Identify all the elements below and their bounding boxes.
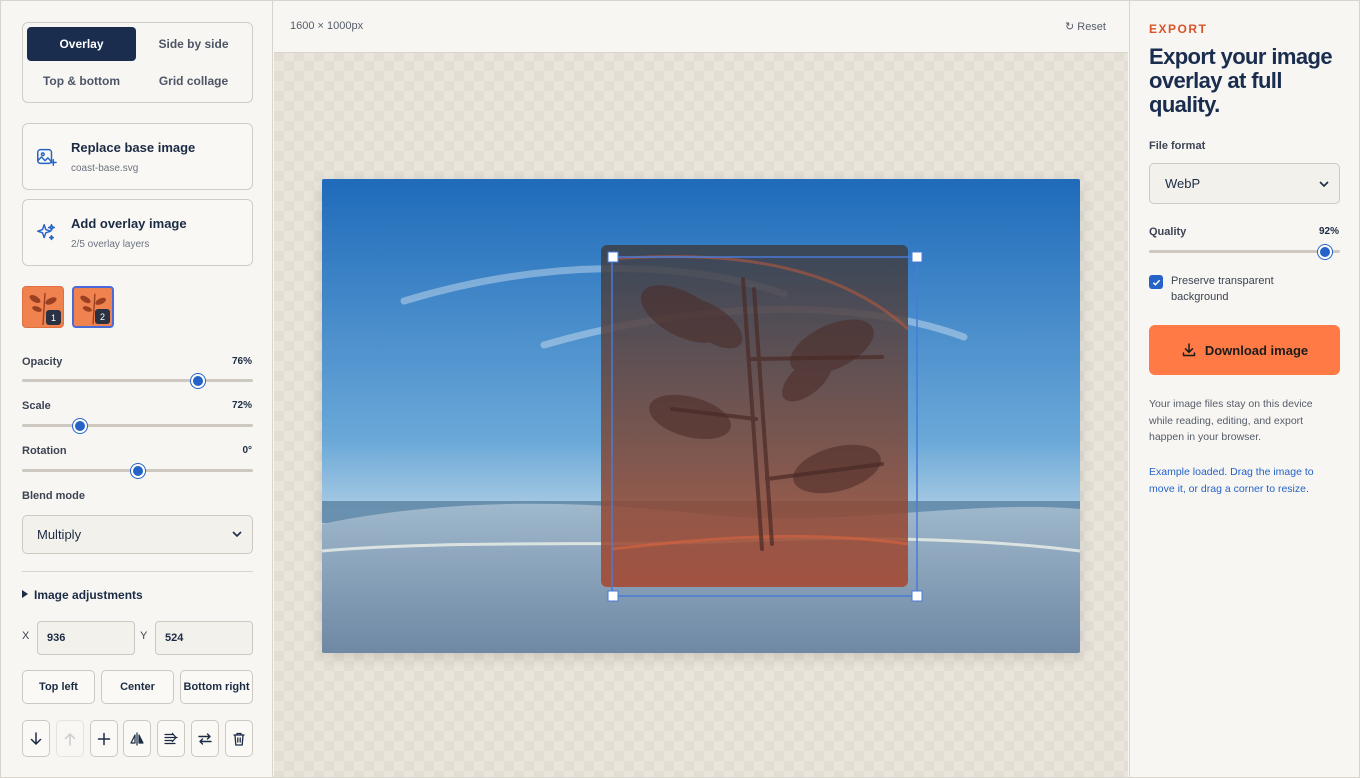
blend-mode-value: Multiply (37, 527, 82, 542)
layer-number-badge: 2 (95, 309, 110, 324)
preserve-transparency-label: Preserve transparent background (1171, 275, 1274, 303)
move-layer-down-button[interactable] (22, 720, 50, 757)
layout-mode-switch: Overlay Side by side Top & bottom Grid c… (22, 22, 253, 103)
image-adjustments-label: Image adjustments (34, 588, 143, 602)
chevron-down-icon (232, 531, 242, 538)
trash-icon (233, 732, 245, 746)
app-window: Overlay Side by side Top & bottom Grid c… (0, 0, 1360, 778)
add-overlay-title: Add overlay image (71, 216, 187, 231)
scale-value: 72% (231, 400, 252, 411)
y-label: Y (140, 630, 148, 642)
x-input[interactable]: 936 (37, 621, 135, 655)
export-heading: Export your image overlay at full qualit… (1149, 44, 1333, 117)
move-layer-up-button[interactable] (56, 720, 84, 757)
blend-mode-select[interactable]: Multiply (22, 515, 253, 554)
reset-button[interactable]: ↻ Reset (1065, 20, 1106, 33)
section-divider (22, 571, 253, 572)
canvas-workspace: 1600 × 1000px ↻ Reset (274, 1, 1128, 777)
swap-icon (198, 732, 212, 745)
rotation-value: 0° (242, 445, 252, 456)
file-format-label: File format (1149, 140, 1206, 152)
quality-value: 92% (1318, 226, 1339, 237)
image-plus-icon (37, 148, 57, 166)
replace-base-image-button[interactable]: Replace base image coast-base.svg (22, 123, 253, 190)
layer-thumbnail-1[interactable]: 1 (22, 286, 64, 328)
resize-handle-bottom-right[interactable] (911, 590, 923, 602)
composition-canvas[interactable] (322, 179, 1080, 653)
quality-label: Quality (1149, 226, 1187, 238)
opacity-value: 76% (231, 356, 252, 367)
bottom-right-button[interactable]: Bottom right (180, 670, 253, 704)
canvas-topbar: 1600 × 1000px ↻ Reset (274, 1, 1128, 53)
blend-mode-label: Blend mode (22, 490, 85, 502)
scale-slider[interactable] (22, 418, 253, 433)
opacity-label: Opacity (22, 356, 63, 368)
center-button[interactable]: Center (101, 670, 174, 704)
download-image-label: Download image (1204, 342, 1309, 358)
arrow-down-icon (30, 731, 42, 745)
checkmark-icon (1152, 279, 1160, 286)
resize-handle-top-left[interactable] (607, 251, 619, 263)
delete-layer-button[interactable] (225, 720, 253, 757)
add-layer-button[interactable] (90, 720, 118, 757)
reset-icon: ↻ (1064, 21, 1075, 33)
disclosure-triangle-icon (22, 590, 28, 598)
rotation-slider[interactable] (22, 463, 253, 478)
rotation-label: Rotation (22, 445, 67, 457)
layer-thumbnail-2[interactable]: 2 (72, 286, 114, 328)
sparkles-icon (37, 224, 55, 241)
flip-vertical-button[interactable] (157, 720, 185, 757)
flip-vertical-icon (164, 732, 178, 744)
rotation-slider-thumb[interactable] (130, 463, 145, 478)
quality-slider-thumb[interactable] (1317, 244, 1332, 259)
download-icon (1182, 343, 1196, 357)
x-label: X (22, 630, 30, 642)
download-image-button[interactable]: Download image (1149, 325, 1340, 375)
overlay-layer-count: 2/5 overlay layers (71, 239, 150, 250)
export-panel: EXPORT Export your image overlay at full… (1129, 1, 1359, 777)
example-hint: Example loaded. Drag the image to move i… (1149, 466, 1314, 495)
quality-slider[interactable] (1149, 244, 1340, 259)
mode-top-bottom[interactable]: Top & bottom (27, 64, 136, 98)
opacity-slider-thumb[interactable] (190, 373, 205, 388)
opacity-slider[interactable] (22, 373, 253, 388)
top-left-button[interactable]: Top left (22, 670, 95, 704)
mode-side-by-side[interactable]: Side by side (139, 27, 248, 61)
y-input[interactable]: 524 (155, 621, 253, 655)
flip-horizontal-button[interactable] (123, 720, 151, 757)
scale-slider-thumb[interactable] (72, 418, 87, 433)
plus-icon (97, 732, 111, 745)
layer-number-badge: 1 (46, 310, 61, 325)
replace-base-title: Replace base image (71, 140, 196, 155)
mode-overlay[interactable]: Overlay (27, 27, 136, 61)
resize-handle-bottom-left[interactable] (607, 590, 619, 602)
mode-grid-collage[interactable]: Grid collage (139, 64, 248, 98)
flip-horizontal-icon (130, 732, 144, 745)
preserve-transparency-checkbox[interactable] (1149, 275, 1163, 289)
composite-preview (322, 179, 1080, 653)
file-format-select[interactable]: WebP (1149, 163, 1340, 204)
chevron-down-icon (1319, 181, 1329, 188)
resize-handle-top-right[interactable] (911, 251, 923, 263)
add-overlay-image-button[interactable]: Add overlay image 2/5 overlay layers (22, 199, 253, 266)
file-format-value: WebP (1165, 176, 1201, 191)
reset-label: Reset (1077, 21, 1106, 33)
privacy-note: Your image files stay on this device whi… (1149, 398, 1313, 443)
canvas-dimensions: 1600 × 1000px (290, 20, 364, 32)
swap-layers-button[interactable] (191, 720, 219, 757)
base-file-name: coast-base.svg (71, 163, 139, 174)
export-eyebrow: EXPORT (1149, 22, 1208, 36)
left-sidebar: Overlay Side by side Top & bottom Grid c… (1, 1, 273, 777)
image-adjustments-toggle[interactable]: Image adjustments (22, 588, 143, 602)
scale-label: Scale (22, 400, 51, 412)
arrow-up-icon (64, 732, 76, 746)
